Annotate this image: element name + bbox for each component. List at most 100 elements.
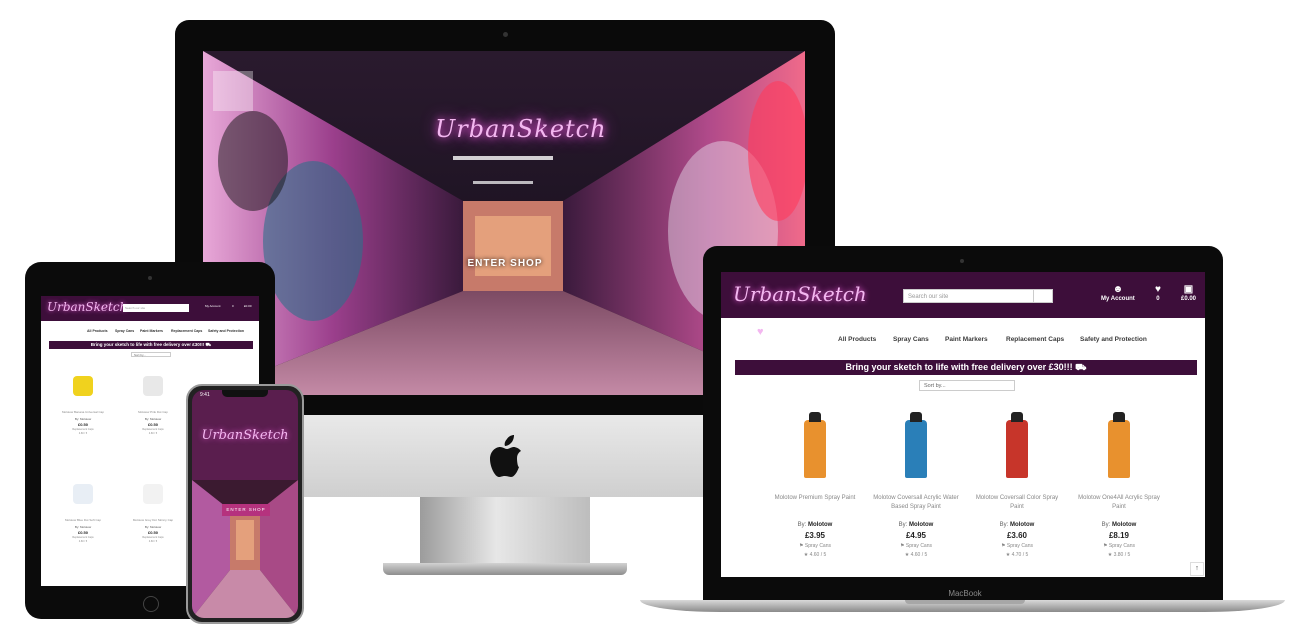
ipad-delivery-banner: Bring your sketch to life with free deli… — [49, 341, 253, 349]
product-category[interactable]: ⚑ Spray Cans — [971, 543, 1063, 549]
ipad-sort-select[interactable]: Sort by... — [131, 352, 171, 357]
site-logo[interactable]: UrbanSketch — [733, 282, 883, 306]
ipad-product-category[interactable]: Replacement Caps — [113, 428, 193, 431]
product-brand-name: Molotow — [808, 522, 833, 528]
product-name[interactable]: Molotow Coversall Color Spray Paint — [971, 494, 1063, 514]
bag-link[interactable]: ▣ £0.00 — [1181, 284, 1196, 302]
product-category[interactable]: ⚑ Spray Cans — [870, 543, 962, 549]
ipad-product-category[interactable]: Replacement Caps — [43, 428, 123, 431]
product-name[interactable]: Molotow Coversall Acrylic Water Based Sp… — [870, 494, 962, 514]
ipad-product-rating: 4.60 / 5 — [78, 540, 88, 543]
ipad-product-name[interactable]: Molotow Pink Dot Cap — [113, 410, 193, 414]
site-header: UrbanSketch Search our site ☻ My Account… — [721, 272, 1205, 318]
user-icon: ☻ — [1112, 284, 1124, 295]
ipad-product-card[interactable]: Molotow Banana Universal Cap By: Molotow… — [43, 376, 123, 435]
product-brand-name: Molotow — [1010, 522, 1035, 528]
product-image[interactable] — [804, 412, 826, 478]
ipad-my-account-link[interactable]: My Account — [205, 304, 221, 308]
ipad-site-header: UrbanSketch Search our site My Account 0… — [41, 296, 259, 321]
ipad-site-logo[interactable]: UrbanSketch — [47, 300, 127, 314]
product-card[interactable]: Molotow Coversall Acrylic Water Based Sp… — [870, 412, 962, 558]
ipad-product-category[interactable]: Replacement Caps — [113, 536, 193, 539]
ipad-product-image[interactable] — [73, 376, 93, 396]
ipad-wishlist-link[interactable]: 0 — [232, 304, 234, 308]
product-rating-value: 4.60 / 5 — [809, 552, 827, 558]
delivery-banner: Bring your sketch to life with free deli… — [735, 360, 1197, 375]
product-category[interactable]: ⚑ Spray Cans — [769, 543, 861, 549]
product-name[interactable]: Molotow Premium Spray Paint — [769, 494, 861, 514]
enter-shop-button[interactable]: ENTER SHOP — [465, 258, 545, 269]
ipad-product-rating: 4.60 / 5 — [78, 432, 88, 435]
product-brand: By: Molotow — [1073, 522, 1165, 528]
nav-paint-markers[interactable]: Paint Markers — [945, 336, 988, 343]
ipad-search-input[interactable]: Search our site — [123, 304, 189, 312]
imac-camera — [503, 32, 508, 37]
product-brand-label: By: — [797, 522, 807, 528]
search-button[interactable] — [1033, 289, 1053, 303]
ipad-nav-replacement-caps[interactable]: Replacement Caps — [171, 329, 202, 333]
product-rating-value: 3.80 / 5 — [1113, 552, 1131, 558]
product-price: £3.60 — [1006, 531, 1028, 540]
product-card[interactable]: Molotow Coversall Color Spray Paint By: … — [971, 412, 1063, 558]
ipad-product-card[interactable]: Molotow Blue Dot Soft Cap By: Molotow £0… — [43, 484, 123, 543]
heart-icon: ♥ — [1155, 284, 1161, 295]
ipad-product-name[interactable]: Molotow Blue Dot Soft Cap — [43, 518, 123, 522]
ipad-product-image[interactable] — [73, 484, 93, 504]
ipad-product-name[interactable]: Molotow Grey Dot Skinny Cap — [113, 518, 193, 522]
my-account-link[interactable]: ☻ My Account — [1101, 284, 1135, 302]
nav-safety-protection[interactable]: Safety and Protection — [1080, 336, 1147, 343]
ipad-home-button[interactable] — [143, 596, 159, 612]
product-card[interactable]: Molotow Premium Spray Paint By: Molotow … — [769, 412, 861, 558]
ipad-product-name[interactable]: Molotow Banana Universal Cap — [43, 410, 123, 414]
product-brand-name: Molotow — [909, 522, 934, 528]
ipad-nav-safety-protection[interactable]: Safety and Protection — [208, 329, 244, 333]
ipad-nav-all-products[interactable]: All Products — [87, 329, 108, 333]
macbook-screen: UrbanSketch Search our site ☻ My Account… — [721, 272, 1205, 577]
ipad-product-brand: By: Molotow — [74, 525, 92, 529]
product-brand: By: Molotow — [971, 522, 1063, 528]
product-price: £8.19 — [1108, 531, 1130, 540]
product-rating-value: 4.60 / 5 — [910, 552, 928, 558]
product-brand-name: Molotow — [1112, 522, 1137, 528]
scroll-top-button[interactable]: ↑ — [1190, 562, 1204, 576]
ipad-product-image[interactable] — [143, 376, 163, 396]
ipad-product-brand: By: Molotow — [74, 417, 92, 421]
ipad-product-category[interactable]: Replacement Caps — [43, 536, 123, 539]
product-name[interactable]: Molotow One4All Acrylic Spray Paint — [1073, 494, 1165, 514]
ipad-nav-spray-cans[interactable]: Spray Cans — [115, 329, 134, 333]
nav-replacement-caps[interactable]: Replacement Caps — [1006, 336, 1064, 343]
product-image[interactable] — [1108, 412, 1130, 478]
my-account-label: My Account — [1101, 296, 1135, 302]
ipad-product-price: £0.50 — [147, 530, 158, 535]
ipad-product-image[interactable] — [143, 484, 163, 504]
ipad-nav-paint-markers[interactable]: Paint Markers — [140, 329, 163, 333]
nav-all-products[interactable]: All Products — [838, 336, 876, 343]
wishlist-link[interactable]: ♥ 0 — [1155, 284, 1161, 302]
product-card[interactable]: Molotow One4All Acrylic Spray Paint By: … — [1073, 412, 1165, 558]
product-rating: ★ 3.80 / 5 — [1107, 552, 1131, 558]
ipad-product-card[interactable]: Molotow Grey Dot Skinny Cap By: Molotow … — [113, 484, 193, 543]
search-input[interactable]: Search our site — [903, 289, 1035, 303]
product-rating-value: 4.70 / 5 — [1011, 552, 1029, 558]
product-image[interactable] — [905, 412, 927, 478]
product-category-label: Spray Cans — [1006, 543, 1033, 549]
iphone-status-time: 9:41 — [200, 392, 210, 398]
ipad-product-rating: 4.60 / 5 — [148, 432, 158, 435]
ipad-product-price: £0.50 — [77, 422, 88, 427]
iphone-enter-shop-button[interactable]: ENTER SHOP — [222, 504, 270, 516]
macbook-camera — [960, 259, 964, 263]
product-image[interactable] — [1006, 412, 1028, 478]
product-rating: ★ 4.70 / 5 — [1005, 552, 1029, 558]
ipad-product-card[interactable]: Molotow Pink Dot Cap By: Molotow £0.50 R… — [113, 376, 193, 435]
product-brand-label: By: — [999, 522, 1009, 528]
imac-logo: UrbanSketch — [435, 115, 607, 143]
ipad-product-price: £0.50 — [77, 530, 88, 535]
sort-select[interactable]: Sort by... — [919, 380, 1015, 391]
ipad-camera — [148, 276, 152, 280]
ipad-product-price: £0.50 — [147, 422, 158, 427]
product-category[interactable]: ⚑ Spray Cans — [1073, 543, 1165, 549]
nav-spray-cans[interactable]: Spray Cans — [893, 336, 929, 343]
ipad-bag-link[interactable]: £0.00 — [244, 304, 252, 308]
product-rating: ★ 4.60 / 5 — [803, 552, 827, 558]
product-brand: By: Molotow — [870, 522, 962, 528]
